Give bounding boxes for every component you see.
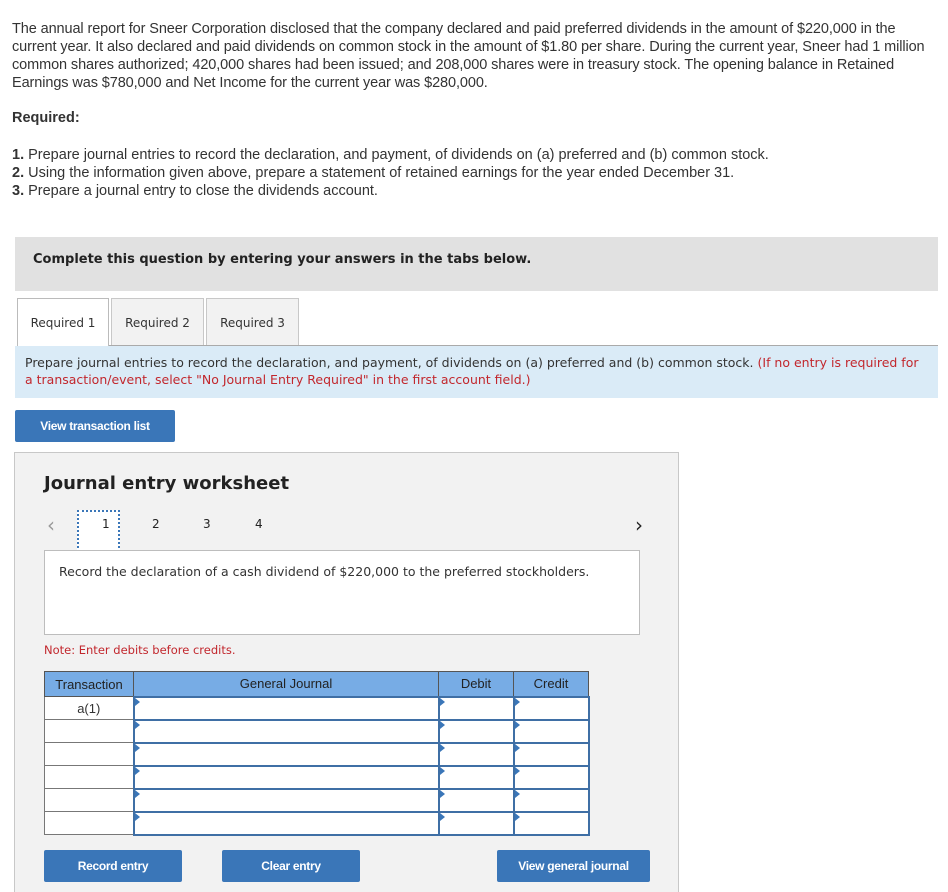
dropdown-flag-icon — [134, 697, 140, 706]
page-3[interactable]: 3 — [203, 517, 211, 531]
credit-field[interactable] — [512, 695, 590, 721]
debit-field[interactable] — [437, 764, 515, 790]
debit-field[interactable] — [437, 718, 515, 744]
dropdown-flag-icon — [134, 720, 140, 729]
worksheet-title: Journal entry worksheet — [44, 473, 290, 494]
record-entry-button[interactable]: Record entry — [44, 850, 182, 882]
dropdown-flag-icon — [514, 789, 520, 798]
page-2[interactable]: 2 — [152, 517, 160, 531]
requirement-number: 1. — [12, 147, 25, 163]
requirement-number: 2. — [12, 165, 25, 181]
table-row — [44, 764, 590, 790]
instructions-text: Prepare journal entries to record the de… — [25, 355, 758, 370]
account-field[interactable] — [132, 741, 440, 767]
account-field[interactable] — [132, 718, 440, 744]
debit-field[interactable] — [437, 695, 515, 721]
account-field[interactable] — [132, 787, 440, 813]
debit-field[interactable] — [437, 787, 515, 813]
table-row: a(1) — [44, 695, 590, 721]
page-1[interactable]: 1 — [102, 517, 110, 531]
column-header-transaction: Transaction — [44, 671, 134, 697]
dropdown-flag-icon — [134, 766, 140, 775]
dropdown-flag-icon — [134, 812, 140, 821]
view-transaction-list-button[interactable]: View transaction list — [15, 410, 175, 442]
dropdown-flag-icon — [134, 743, 140, 752]
tab-required-2[interactable]: Required 2 — [111, 298, 204, 346]
column-header-credit: Credit — [513, 671, 589, 697]
requirement-item: 1. Prepare journal entries to record the… — [12, 146, 769, 164]
journal-header-row: Transaction General Journal Debit Credit — [44, 671, 589, 697]
clear-entry-button[interactable]: Clear entry — [222, 850, 360, 882]
credit-field[interactable] — [512, 764, 590, 790]
transaction-cell: a(1) — [44, 696, 134, 720]
requirement-text: Prepare a journal entry to close the div… — [24, 183, 378, 199]
dropdown-flag-icon — [134, 789, 140, 798]
account-field[interactable] — [132, 695, 440, 721]
account-field[interactable] — [132, 764, 440, 790]
transaction-cell — [44, 742, 134, 766]
column-header-general-journal: General Journal — [133, 671, 439, 697]
transaction-cell — [44, 788, 134, 812]
credit-field[interactable] — [512, 787, 590, 813]
dropdown-flag-icon — [439, 812, 445, 821]
table-row — [44, 741, 590, 767]
debit-field[interactable] — [437, 741, 515, 767]
requirement-text: Using the information given above, prepa… — [24, 165, 735, 181]
credit-field[interactable] — [512, 810, 590, 836]
dropdown-flag-icon — [514, 697, 520, 706]
transaction-description: Record the declaration of a cash dividen… — [44, 550, 640, 635]
current-page-indicator — [77, 510, 120, 552]
debit-field[interactable] — [437, 810, 515, 836]
complete-question-banner: Complete this question by entering your … — [15, 237, 938, 291]
page-4[interactable]: 4 — [255, 517, 263, 531]
transaction-cell — [44, 811, 134, 835]
instructions-panel: Prepare journal entries to record the de… — [15, 346, 938, 398]
credit-field[interactable] — [512, 718, 590, 744]
credit-field[interactable] — [512, 741, 590, 767]
view-general-journal-button[interactable]: View general journal — [497, 850, 650, 882]
requirement-item: 3. Prepare a journal entry to close the … — [12, 182, 769, 200]
requirements-list: 1. Prepare journal entries to record the… — [12, 146, 769, 200]
dropdown-flag-icon — [439, 743, 445, 752]
required-heading: Required: — [12, 110, 80, 126]
requirement-text: Prepare journal entries to record the de… — [24, 147, 769, 163]
chevron-left-icon[interactable]: ‹ — [47, 513, 55, 537]
table-row — [44, 718, 590, 744]
required-tabs: Required 1 Required 2 Required 3 — [17, 298, 301, 346]
dropdown-flag-icon — [439, 766, 445, 775]
transaction-cell — [44, 765, 134, 789]
journal-entry-worksheet: Journal entry worksheet ‹ 1 2 3 4 › Reco… — [14, 452, 679, 892]
dropdown-flag-icon — [439, 720, 445, 729]
debits-note: Note: Enter debits before credits. — [44, 643, 236, 657]
dropdown-flag-icon — [514, 743, 520, 752]
table-row — [44, 810, 590, 836]
column-header-debit: Debit — [438, 671, 514, 697]
requirement-number: 3. — [12, 183, 25, 199]
account-field[interactable] — [132, 810, 440, 836]
dropdown-flag-icon — [514, 766, 520, 775]
requirement-item: 2. Using the information given above, pr… — [12, 164, 769, 182]
dropdown-flag-icon — [439, 789, 445, 798]
journal-table: Transaction General Journal Debit Credit… — [44, 671, 590, 836]
tab-required-1[interactable]: Required 1 — [17, 298, 109, 346]
dropdown-flag-icon — [514, 720, 520, 729]
problem-intro: The annual report for Sneer Corporation … — [12, 21, 925, 91]
chevron-right-icon[interactable]: › — [635, 513, 643, 537]
table-row — [44, 787, 590, 813]
tab-required-3[interactable]: Required 3 — [206, 298, 299, 346]
dropdown-flag-icon — [514, 812, 520, 821]
transaction-cell — [44, 719, 134, 743]
dropdown-flag-icon — [439, 697, 445, 706]
